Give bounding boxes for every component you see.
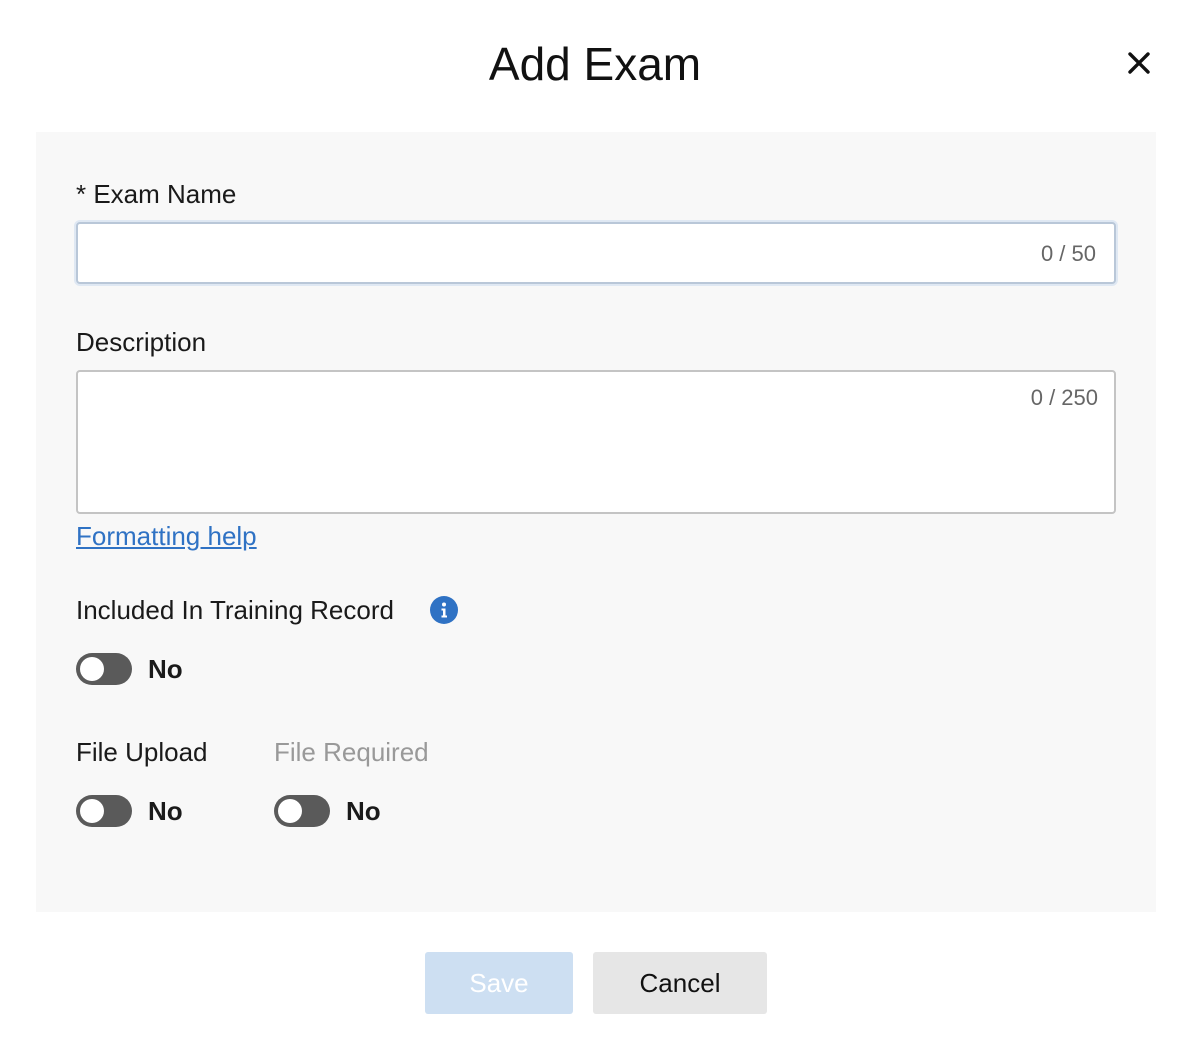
close-button[interactable] [1118, 42, 1160, 84]
file-required-label: File Required [274, 737, 429, 767]
training-record-toggle[interactable] [76, 653, 132, 685]
training-record-label: Included In Training Record [76, 595, 394, 625]
dialog-title: Add Exam [488, 38, 702, 90]
info-icon[interactable] [430, 596, 458, 624]
formatting-help-link[interactable]: Formatting help [76, 520, 257, 552]
toggle-knob [80, 657, 104, 681]
form-panel: * Exam Name 0 / 50 Description 0 / 250 F… [36, 132, 1156, 912]
exam-name-input[interactable] [78, 224, 1114, 282]
info-glyph [441, 602, 447, 618]
add-exam-dialog: Add Exam * Exam Name 0 / 50 Description … [0, 0, 1190, 1050]
description-textarea[interactable] [78, 372, 1114, 512]
file-upload-label: File Upload [76, 737, 208, 767]
exam-name-char-counter: 0 / 50 [1040, 241, 1096, 266]
exam-name-label: * Exam Name [76, 179, 237, 209]
close-icon [1128, 52, 1150, 74]
file-upload-toggle-text: No [148, 796, 183, 826]
description-char-counter: 0 / 250 [1030, 385, 1098, 410]
file-required-toggle[interactable] [274, 795, 330, 827]
file-upload-toggle[interactable] [76, 795, 132, 827]
description-field-wrapper: 0 / 250 [76, 370, 1116, 514]
toggle-knob [80, 799, 104, 823]
description-label: Description [76, 327, 207, 357]
exam-name-field-wrapper: 0 / 50 [76, 222, 1116, 284]
save-button[interactable]: Save [425, 952, 573, 1014]
toggle-knob [278, 799, 302, 823]
cancel-button[interactable]: Cancel [593, 952, 767, 1014]
file-required-toggle-text: No [346, 796, 381, 826]
training-record-toggle-text: No [148, 654, 183, 684]
